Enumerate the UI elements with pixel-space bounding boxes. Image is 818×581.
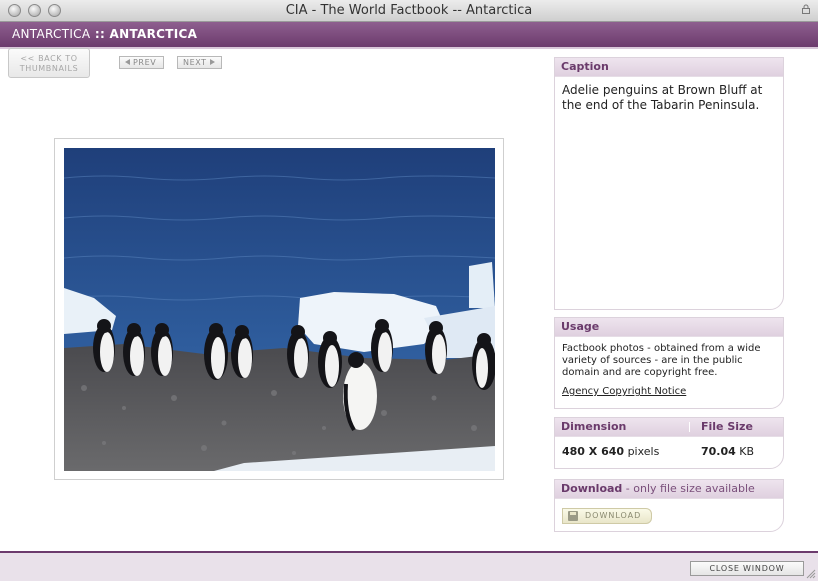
breadcrumb: ANTARCTICA :: ANTARCTICA — [12, 27, 197, 41]
caption-text: Adelie penguins at Brown Bluff at the en… — [562, 83, 763, 112]
prev-arrow-icon — [125, 59, 130, 65]
header-divider — [689, 422, 690, 432]
back-button-line1: << BACK TO — [20, 54, 78, 63]
next-arrow-icon — [209, 59, 215, 65]
usage-heading: Usage — [555, 318, 783, 337]
caption-panel: Caption Adelie penguins at Brown Bluff a… — [554, 57, 784, 310]
download-button-label: DOWNLOAD — [585, 511, 642, 520]
dimension-value: 480 X 640 — [562, 445, 625, 458]
lock-icon — [802, 4, 810, 14]
dimension-heading: Dimension — [561, 420, 627, 433]
download-note: - only file size available — [622, 482, 755, 495]
dimension-header: Dimension File Size — [555, 418, 783, 437]
prev-button[interactable]: PREV — [119, 56, 164, 69]
caption-heading: Caption — [555, 58, 783, 77]
photo-frame — [54, 138, 504, 480]
back-to-thumbnails-button[interactable]: << BACK TO THUMBNAILS — [8, 48, 90, 78]
next-button[interactable]: NEXT — [177, 56, 222, 69]
breadcrumb-region: ANTARCTICA — [12, 27, 91, 41]
download-button[interactable]: DOWNLOAD — [562, 508, 652, 524]
penguin-photo — [64, 148, 495, 471]
close-window-button[interactable]: CLOSE WINDOW — [690, 561, 804, 576]
breadcrumb-separator: :: — [90, 27, 110, 41]
prev-label: PREV — [133, 58, 157, 67]
window-title: CIA - The World Factbook -- Antarctica — [285, 3, 533, 18]
dimension-unit: pixels — [624, 445, 660, 458]
next-label: NEXT — [183, 58, 207, 67]
file-size-value: 70.04 — [701, 445, 736, 458]
copyright-notice-link[interactable]: Agency Copyright Notice — [562, 386, 686, 397]
usage-panel: Usage Factbook photos - obtained from a … — [554, 317, 784, 409]
breadcrumb-country: ANTARCTICA — [109, 27, 198, 41]
file-size-unit: KB — [735, 445, 755, 458]
download-heading: Download — [561, 482, 623, 495]
resize-grip-icon[interactable] — [806, 569, 816, 579]
floppy-disk-icon — [568, 511, 578, 521]
file-size-wrap: 70.04 KB — [701, 445, 754, 458]
page-footer: CLOSE WINDOW — [0, 551, 818, 581]
download-header: Download - only file size available — [555, 480, 783, 499]
page-header: ANTARCTICA :: ANTARCTICA — [0, 22, 818, 49]
dimension-panel: Dimension File Size 480 X 640 pixels 70.… — [554, 417, 784, 469]
dimension-row: 480 X 640 pixels 70.04 KB — [555, 437, 783, 463]
dimension-value-wrap: 480 X 640 pixels — [562, 445, 659, 458]
download-panel: Download - only file size available DOWN… — [554, 479, 784, 532]
usage-text: Factbook photos - obtained from a wide v… — [562, 343, 761, 378]
window-titlebar: CIA - The World Factbook -- Antarctica — [0, 0, 818, 22]
file-size-heading: File Size — [701, 420, 753, 433]
back-button-line2: THUMBNAILS — [19, 64, 79, 73]
